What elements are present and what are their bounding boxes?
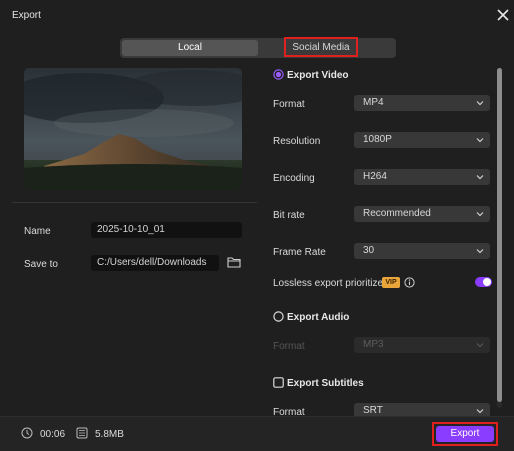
frame-rate-select[interactable]: 30: [354, 243, 490, 259]
frame-rate-value: 30: [363, 245, 375, 256]
export-button-highlight: Export: [432, 422, 498, 446]
format-value: MP4: [363, 97, 384, 108]
encoding-select[interactable]: H264: [354, 169, 490, 185]
frame-rate-label: Frame Rate: [273, 247, 326, 258]
name-field[interactable]: 2025-10-10_01: [91, 222, 242, 238]
video-preview-thumbnail: [24, 68, 242, 190]
bit-rate-label: Bit rate: [273, 210, 305, 221]
close-icon[interactable]: [496, 8, 510, 22]
encoding-value: H264: [363, 171, 387, 182]
chevron-down-icon: [476, 409, 484, 414]
format-label: Format: [273, 99, 305, 110]
subtitles-format-value: SRT: [363, 405, 383, 416]
audio-format-value: MP3: [363, 339, 384, 350]
chevron-down-icon: [476, 175, 484, 180]
export-video-heading: Export Video: [287, 70, 349, 81]
bit-rate-select[interactable]: Recommended: [354, 206, 490, 222]
lossless-label: Lossless export prioritized: [273, 278, 389, 289]
title-bar: Export: [0, 0, 514, 30]
resolution-select[interactable]: 1080P: [354, 132, 490, 148]
dialog-title: Export: [12, 10, 41, 21]
audio-format-label: Format: [273, 341, 305, 352]
chevron-down-icon: [476, 101, 484, 106]
tab-local[interactable]: Local: [122, 40, 258, 56]
file-size-value: 5.8MB: [95, 429, 124, 440]
name-label: Name: [24, 226, 51, 237]
chevron-down-icon: [476, 212, 484, 217]
clock-icon: [21, 427, 33, 439]
export-audio-heading: Export Audio: [287, 312, 350, 323]
export-video-radio[interactable]: [273, 69, 284, 80]
resolution-label: Resolution: [273, 136, 321, 147]
tab-social-media[interactable]: Social Media: [284, 37, 358, 57]
export-subtitles-heading: Export Subtitles: [287, 378, 364, 389]
chevron-down-icon: [476, 343, 484, 348]
resolution-value: 1080P: [363, 134, 392, 145]
audio-format-select[interactable]: MP3: [354, 337, 490, 353]
info-icon[interactable]: [404, 277, 415, 288]
export-button[interactable]: Export: [436, 426, 494, 442]
save-to-label: Save to: [24, 259, 58, 270]
chevron-down-icon: [476, 249, 484, 254]
left-divider: [12, 202, 257, 203]
bit-rate-value: Recommended: [363, 208, 431, 219]
chevron-down-icon: [476, 138, 484, 143]
file-size-icon: [76, 427, 88, 439]
save-to-field[interactable]: C:/Users/dell/Downloads: [91, 255, 219, 271]
toggle-knob: [483, 278, 491, 286]
vip-badge: VIP: [382, 277, 400, 288]
export-subtitles-checkbox[interactable]: [273, 377, 284, 388]
duration-value: 00:06: [40, 429, 66, 440]
folder-icon[interactable]: [227, 256, 241, 268]
scrollbar-thumb[interactable]: [497, 68, 502, 402]
lossless-toggle[interactable]: [475, 277, 492, 287]
export-audio-radio[interactable]: [273, 311, 284, 322]
encoding-label: Encoding: [273, 173, 315, 184]
format-select[interactable]: MP4: [354, 95, 490, 111]
